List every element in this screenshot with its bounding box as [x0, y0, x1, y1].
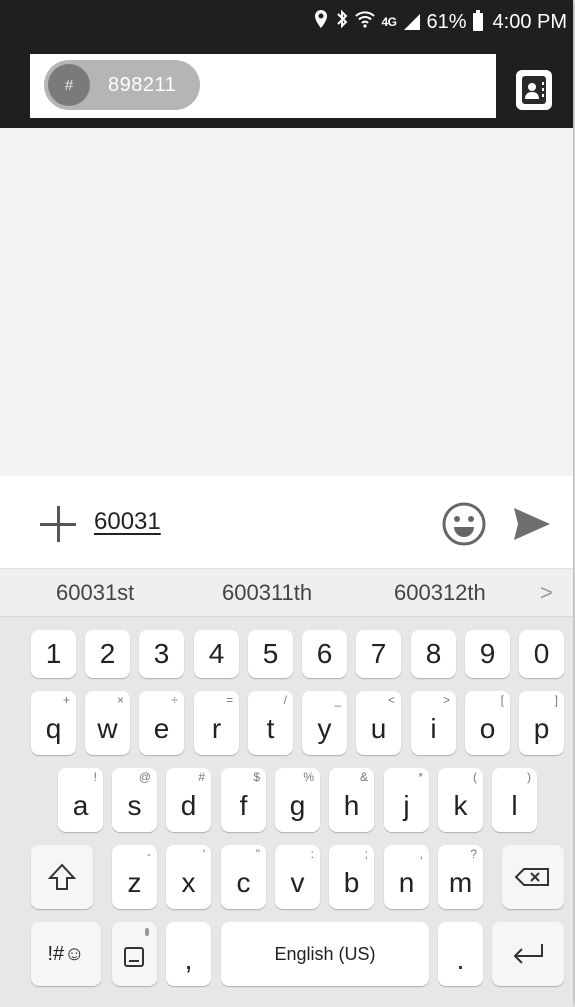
recipient-chip[interactable]: # 898211 [44, 60, 200, 110]
suggestion-strip: 60031st 600311th 600312th > [0, 568, 573, 617]
status-icons: 4G 61% 4:00 PM [313, 0, 567, 44]
message-thread [0, 128, 573, 476]
key-o[interactable]: [o [465, 691, 510, 755]
key-s[interactable]: @ s [112, 768, 157, 832]
key-y[interactable]: _ y [302, 691, 347, 755]
contact-card-icon [522, 76, 546, 104]
suggestion-item[interactable]: 600311th [222, 569, 312, 617]
status-bar: 4G 61% 4:00 PM [0, 0, 573, 44]
key-d[interactable]: # d [166, 768, 211, 832]
send-icon [514, 508, 550, 540]
keyboard-mic-key[interactable] [112, 922, 157, 986]
key-3[interactable]: 3 [139, 630, 184, 678]
key-t[interactable]: / t [248, 691, 293, 755]
key-5[interactable]: 5 [248, 630, 293, 678]
key-p[interactable]: ] p [519, 691, 564, 755]
keyboard-mic-icon [124, 928, 149, 967]
key-j[interactable]: * j [384, 768, 429, 832]
key-k[interactable]: (k [438, 768, 483, 832]
key-b[interactable]: ; b [329, 845, 374, 909]
key-r[interactable]: = r [194, 691, 239, 755]
battery-percent: 61% [426, 10, 467, 33]
recipient-field[interactable]: # 898211 [30, 54, 496, 118]
comma-key[interactable]: , [166, 922, 211, 986]
key-q[interactable]: + q [31, 691, 76, 755]
backspace-icon [514, 868, 549, 886]
key-v[interactable]: :v [275, 845, 320, 909]
contacts-button[interactable] [516, 70, 552, 110]
key-f[interactable]: $ f [221, 768, 266, 832]
symbols-key[interactable]: !#☺ [31, 922, 101, 986]
plus-icon[interactable] [40, 506, 76, 542]
recipient-avatar: # [48, 64, 90, 106]
key-6[interactable]: 6 [302, 630, 347, 678]
key-e[interactable]: ÷ e [139, 691, 184, 755]
key-l[interactable]: ) l [492, 768, 537, 832]
message-input[interactable]: 60031 [94, 508, 161, 536]
key-h[interactable]: & h [329, 768, 374, 832]
bluetooth-icon [335, 9, 349, 35]
space-key[interactable]: English (US) [221, 922, 429, 986]
key-m[interactable]: ? m [438, 845, 483, 909]
enter-key[interactable] [492, 922, 564, 986]
key-w[interactable]: × w [85, 691, 130, 755]
enter-icon [513, 944, 543, 964]
recipient-number: 898211 [108, 74, 177, 96]
phone-screen: 4G 61% 4:00 PM # 898211 60031 60031st 60… [0, 0, 573, 1007]
key-z[interactable]: -z [112, 845, 157, 909]
signal-icon [404, 14, 421, 30]
suggestion-item[interactable]: 600312th [394, 569, 486, 617]
key-g[interactable]: % g [275, 768, 320, 832]
keyboard: 1 2 3 4 5 6 7 8 9 0 + q × w ÷ e = r / t _ y < u… [0, 616, 573, 1007]
shift-icon [47, 863, 77, 890]
key-0[interactable]: 0 [519, 630, 564, 678]
backspace-key[interactable] [502, 845, 564, 909]
key-9[interactable]: 9 [465, 630, 510, 678]
key-a[interactable]: ! a [58, 768, 103, 832]
key-1[interactable]: 1 [31, 630, 76, 678]
period-key[interactable]: . [438, 922, 483, 986]
send-button[interactable] [510, 502, 554, 546]
key-4[interactable]: 4 [194, 630, 239, 678]
lte-icon: 4G [381, 15, 397, 29]
recipient-header: # 898211 [0, 44, 573, 128]
key-7[interactable]: 7 [356, 630, 401, 678]
key-8[interactable]: 8 [411, 630, 456, 678]
key-n[interactable]: ,n [384, 845, 429, 909]
emoji-button[interactable] [440, 500, 488, 548]
key-u[interactable]: < u [356, 691, 401, 755]
key-2[interactable]: 2 [85, 630, 130, 678]
location-icon [313, 9, 329, 35]
key-i[interactable]: > i [411, 691, 456, 755]
wifi-icon [355, 10, 376, 34]
key-c[interactable]: " c [221, 845, 266, 909]
compose-bar: 60031 [0, 476, 573, 568]
emoji-icon [442, 502, 486, 546]
shift-key[interactable] [31, 845, 93, 909]
key-x[interactable]: ' x [166, 845, 211, 909]
battery-icon [472, 10, 483, 31]
clock-time: 4:00 PM [492, 10, 567, 33]
suggestion-item[interactable]: 60031st [56, 569, 134, 617]
chevron-right-icon[interactable]: > [540, 569, 553, 617]
